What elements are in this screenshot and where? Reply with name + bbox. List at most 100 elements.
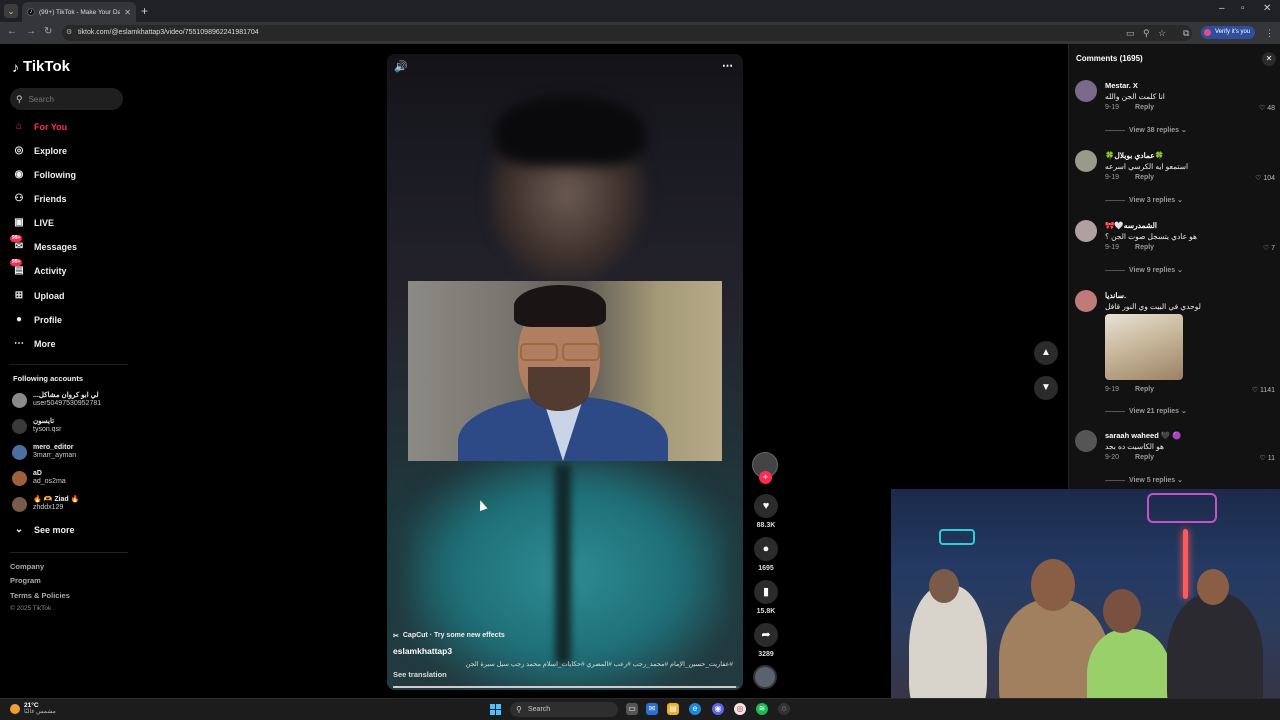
back-icon[interactable]: ←: [7, 26, 17, 37]
comment-like-button[interactable]: ♡ 7: [1263, 244, 1275, 252]
following-account[interactable]: تايسون tyson.qsr: [12, 416, 61, 436]
capcut-promo[interactable]: ✂ CapCut · Try some new effects: [393, 630, 505, 641]
nav-friends[interactable]: ⚇ Friends: [12, 190, 67, 208]
video-progress-bar[interactable]: [393, 686, 739, 688]
outlook-icon[interactable]: ✉: [646, 703, 658, 715]
following-account[interactable]: aD ad_os2ma: [12, 468, 66, 488]
following-account[interactable]: ...لي ابو كروان مشاكل user50497530952781: [12, 390, 101, 410]
music-disc-icon[interactable]: [753, 665, 777, 689]
browser-tab[interactable]: ♪ (99+) TikTok - Make Your Day ✕: [22, 2, 136, 22]
nav-live[interactable]: ▣ LIVE: [12, 214, 54, 232]
avatar[interactable]: [1075, 80, 1097, 102]
comment-like-button[interactable]: ♡ 11: [1259, 454, 1275, 462]
comment-icon[interactable]: ●: [754, 537, 778, 561]
see-more-button[interactable]: ⌄ See more: [12, 521, 75, 539]
following-account[interactable]: 🔥 🫶 Ziad 🔥 zhddx129: [12, 494, 79, 514]
view-replies-button[interactable]: View 5 replies ⌄: [1105, 476, 1183, 484]
avatar[interactable]: [1075, 430, 1097, 452]
view-replies-button[interactable]: View 21 replies ⌄: [1105, 407, 1187, 415]
comment-author[interactable]: Mestar. X: [1105, 81, 1138, 90]
reload-icon[interactable]: ↻: [44, 26, 52, 37]
see-translation-link[interactable]: See translation: [393, 670, 447, 679]
nav-messages[interactable]: ✉ 99+ Messages: [10, 235, 77, 256]
extensions-icon[interactable]: ⧉: [1183, 28, 1189, 38]
avatar[interactable]: [1075, 150, 1097, 172]
avatar[interactable]: [1075, 220, 1097, 242]
tiktok-logo[interactable]: ♪ TikTok: [12, 58, 70, 75]
account-name: 🔥 🫶 Ziad 🔥: [33, 496, 80, 503]
footer-program-link[interactable]: Program: [10, 576, 41, 585]
next-video-button[interactable]: ▼: [1034, 376, 1058, 400]
person-head: [1031, 559, 1075, 611]
bookmark-icon[interactable]: ▮: [754, 580, 778, 604]
task-view-icon[interactable]: ▭: [626, 703, 638, 715]
search-box[interactable]: ⚲: [10, 88, 123, 110]
file-explorer-icon[interactable]: ▤: [667, 703, 679, 715]
more-options-icon[interactable]: ⋯: [722, 59, 733, 72]
like-heart-icon[interactable]: ♥: [754, 494, 778, 518]
nav-more[interactable]: ⋯ More: [12, 335, 56, 353]
comment-author[interactable]: 🎀🤍الشمدرسه: [1105, 221, 1157, 230]
discord-icon[interactable]: ◉: [712, 703, 724, 715]
minimize-icon[interactable]: –: [1219, 3, 1225, 14]
nav-profile[interactable]: ● Profile: [12, 311, 62, 329]
maximize-icon[interactable]: ▫: [1241, 3, 1245, 14]
comment-like-button[interactable]: ♡ 1141: [1252, 386, 1275, 394]
comment-sticker-image[interactable]: [1105, 314, 1183, 380]
view-replies-button[interactable]: View 9 replies ⌄: [1105, 266, 1183, 274]
nav-activity[interactable]: ▤ 99+ Activity: [10, 259, 67, 280]
close-comments-icon[interactable]: ✕: [1262, 52, 1276, 66]
tab-close-icon[interactable]: ✕: [124, 8, 131, 17]
site-info-icon[interactable]: ⚙: [66, 25, 72, 41]
reply-button[interactable]: Reply: [1135, 104, 1154, 111]
verify-profile-button[interactable]: Verify it's you: [1201, 26, 1256, 39]
avatar[interactable]: [1075, 290, 1097, 312]
windows-start-icon[interactable]: [490, 704, 501, 715]
comment-author[interactable]: 🍀عمادي بوبلال🍀: [1105, 151, 1164, 160]
bookmark-star-icon[interactable]: ☆: [1158, 28, 1166, 38]
reply-button[interactable]: Reply: [1135, 454, 1154, 461]
previous-video-button[interactable]: ▲: [1034, 341, 1058, 365]
install-app-icon[interactable]: ▭: [1126, 28, 1135, 38]
view-replies-button[interactable]: View 3 replies ⌄: [1105, 196, 1183, 204]
tab-search-button[interactable]: ⌄: [4, 4, 18, 18]
new-tab-button[interactable]: +: [141, 4, 148, 18]
taskbar-search[interactable]: ⚲ Search: [510, 702, 618, 717]
zoom-icon[interactable]: ⚲: [1143, 28, 1150, 38]
nav-upload[interactable]: ⊞ Upload: [12, 287, 65, 305]
app-icon[interactable]: ◌: [778, 703, 790, 715]
chrome-icon[interactable]: ◎: [734, 703, 746, 715]
following-account[interactable]: mero_editor 3marr_ayman: [12, 442, 76, 462]
url-field[interactable]: ⚙ tiktok.com/@eslamkhattap3/video/755109…: [62, 25, 1192, 41]
video-player[interactable]: 🔊 ⋯: [387, 54, 743, 690]
view-replies-button[interactable]: View 38 replies ⌄: [1105, 126, 1187, 134]
nav-explore[interactable]: ◎ Explore: [12, 142, 67, 160]
browser-menu-icon[interactable]: ⋮: [1265, 28, 1274, 38]
edge-icon[interactable]: e: [689, 703, 701, 715]
reply-button[interactable]: Reply: [1135, 174, 1154, 181]
share-icon[interactable]: ➦: [754, 623, 778, 647]
comment-date: 9-19: [1105, 386, 1120, 393]
search-input[interactable]: [28, 94, 109, 104]
nav-for-you[interactable]: ⌂ For You: [12, 118, 67, 136]
close-window-icon[interactable]: ✕: [1263, 3, 1271, 14]
person-head: [1197, 569, 1229, 605]
comment-like-button[interactable]: ♡ 48: [1259, 104, 1275, 112]
volume-icon[interactable]: 🔊: [394, 60, 408, 73]
comment-author[interactable]: saraah waheed 🖤 🟣: [1105, 431, 1182, 440]
footer-company-link[interactable]: Company: [10, 562, 44, 571]
reply-button[interactable]: Reply: [1135, 244, 1154, 251]
comment-author[interactable]: سانديا.: [1105, 291, 1126, 300]
video-author[interactable]: eslamkhattap3: [393, 646, 452, 656]
nav-following[interactable]: ◉ Following: [12, 166, 76, 184]
forward-icon[interactable]: →: [26, 26, 36, 37]
avatar: [12, 392, 27, 408]
following-icon: ◉: [14, 169, 24, 180]
follow-plus-icon[interactable]: +: [759, 471, 772, 484]
footer-terms-link[interactable]: Terms & Policies: [10, 591, 70, 600]
comment-like-button[interactable]: ♡ 104: [1255, 174, 1275, 182]
reply-button[interactable]: Reply: [1135, 386, 1154, 393]
see-more-label: See more: [34, 525, 75, 535]
weather-widget[interactable]: 21°C مشمس غالبًا: [10, 702, 56, 716]
spotify-icon[interactable]: ≋: [756, 703, 768, 715]
